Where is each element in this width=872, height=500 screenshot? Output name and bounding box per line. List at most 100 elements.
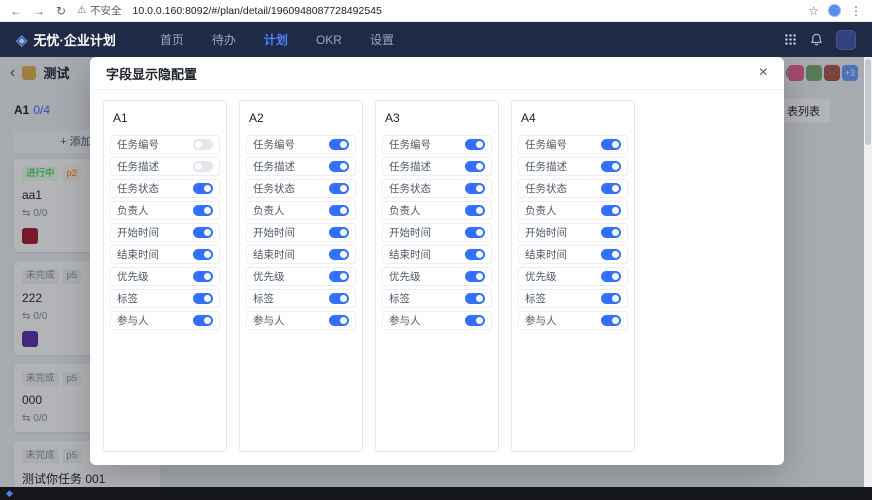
field-row: 开始时间 [110,223,220,242]
field-label: 任务描述 [389,161,431,173]
taskbar: ◆ [0,487,872,500]
field-toggle[interactable] [601,183,621,194]
field-toggle[interactable] [193,161,213,172]
browser-toolbar-right: ☆ ⋮ [808,4,862,17]
field-toggle[interactable] [601,139,621,150]
field-toggle[interactable] [465,205,485,216]
browser-back-icon[interactable]: ← [10,5,22,17]
field-toggle[interactable] [193,139,213,150]
field-toggle[interactable] [465,249,485,260]
field-toggle[interactable] [329,161,349,172]
field-row: 参与人 [110,311,220,330]
field-row: 任务编号 [518,135,628,154]
browser-forward-icon[interactable]: → [33,5,45,17]
field-toggle[interactable] [601,227,621,238]
apps-grid-icon[interactable] [784,33,797,46]
field-row: 任务状态 [110,179,220,198]
brand-name: 无忧·企业计划 [33,33,116,48]
field-toggle[interactable] [601,161,621,172]
field-row: 任务状态 [246,179,356,198]
field-row: 负责人 [246,201,356,220]
app-logo-icon: ◈ [16,31,28,49]
warning-icon: ⚠ [77,5,87,16]
field-toggle[interactable] [193,227,213,238]
field-toggle[interactable] [465,271,485,282]
site-security-chip[interactable]: ⚠ 不安全 [77,3,121,18]
field-toggle[interactable] [329,183,349,194]
bookmark-star-icon[interactable]: ☆ [808,5,819,17]
field-toggle[interactable] [193,315,213,326]
field-toggle[interactable] [465,293,485,304]
field-toggle[interactable] [601,271,621,282]
field-toggle[interactable] [465,183,485,194]
field-label: 优先级 [253,271,285,283]
nav-settings[interactable]: 设置 [370,31,394,48]
field-toggle[interactable] [193,271,213,282]
field-toggle[interactable] [465,227,485,238]
field-toggle[interactable] [193,183,213,194]
field-toggle[interactable] [465,315,485,326]
taskbar-logo-icon[interactable]: ◆ [6,489,13,498]
field-toggle[interactable] [193,249,213,260]
field-label: 标签 [389,293,410,305]
brand[interactable]: ◈ 无忧·企业计划 [16,30,116,49]
field-label: 任务状态 [525,183,567,195]
field-toggle[interactable] [329,205,349,216]
field-toggle[interactable] [601,205,621,216]
field-toggle[interactable] [601,249,621,260]
scrollbar-thumb[interactable] [865,59,871,145]
field-label: 标签 [253,293,274,305]
field-row: 负责人 [518,201,628,220]
modal-body: A1 任务编号 任务描述 任务状态 负责人 开始时间 结束时间 优先级 标签 参与人 A2 任务… [90,90,784,465]
field-toggle[interactable] [329,139,349,150]
user-avatar[interactable] [836,29,856,50]
close-icon[interactable]: × [759,65,768,81]
field-label: 开始时间 [117,227,159,239]
field-label: 结束时间 [117,249,159,261]
nav-todo[interactable]: 待办 [212,31,236,48]
field-toggle[interactable] [465,161,485,172]
field-row: 任务描述 [518,157,628,176]
field-row: 负责人 [382,201,492,220]
field-group: A4 任务编号 任务描述 任务状态 负责人 开始时间 结束时间 优先级 标签 参与人 [511,100,635,452]
browser-reload-icon[interactable]: ↻ [56,5,66,17]
field-label: 优先级 [117,271,149,283]
field-toggle[interactable] [329,315,349,326]
field-toggle[interactable] [193,293,213,304]
field-toggle[interactable] [329,249,349,260]
browser-profile-avatar[interactable] [828,4,841,17]
field-toggle[interactable] [193,205,213,216]
nav-okr[interactable]: OKR [316,33,342,47]
browser-menu-icon[interactable]: ⋮ [850,5,862,17]
url-text[interactable]: 10.0.0.160:8092/#/plan/detail/1960948087… [133,5,382,17]
field-toggle[interactable] [329,293,349,304]
field-label: 任务描述 [117,161,159,173]
group-rows: 任务编号 任务描述 任务状态 负责人 开始时间 结束时间 优先级 标签 参与人 [382,135,492,330]
modal-title: 字段显示隐配置 [106,66,198,82]
nav-home[interactable]: 首页 [160,31,184,48]
field-toggle[interactable] [601,293,621,304]
modal-header: 字段显示隐配置 × [90,57,784,90]
field-row: 任务编号 [382,135,492,154]
field-row: 标签 [518,289,628,308]
field-label: 开始时间 [253,227,295,239]
group-title: A2 [249,111,264,125]
field-row: 任务编号 [110,135,220,154]
field-toggle[interactable] [329,271,349,282]
notification-bell-icon[interactable] [810,33,823,46]
field-row: 开始时间 [246,223,356,242]
nav-plan[interactable]: 计划 [264,31,288,48]
field-row: 优先级 [382,267,492,286]
field-label: 负责人 [525,205,557,217]
field-toggle[interactable] [329,227,349,238]
field-label: 参与人 [253,315,285,327]
field-toggle[interactable] [601,315,621,326]
field-row: 开始时间 [518,223,628,242]
field-label: 任务状态 [253,183,295,195]
field-row: 任务状态 [518,179,628,198]
field-row: 参与人 [246,311,356,330]
field-row: 任务编号 [246,135,356,154]
field-toggle[interactable] [465,139,485,150]
page-scrollbar[interactable] [864,57,872,487]
app-header-right [784,29,856,50]
